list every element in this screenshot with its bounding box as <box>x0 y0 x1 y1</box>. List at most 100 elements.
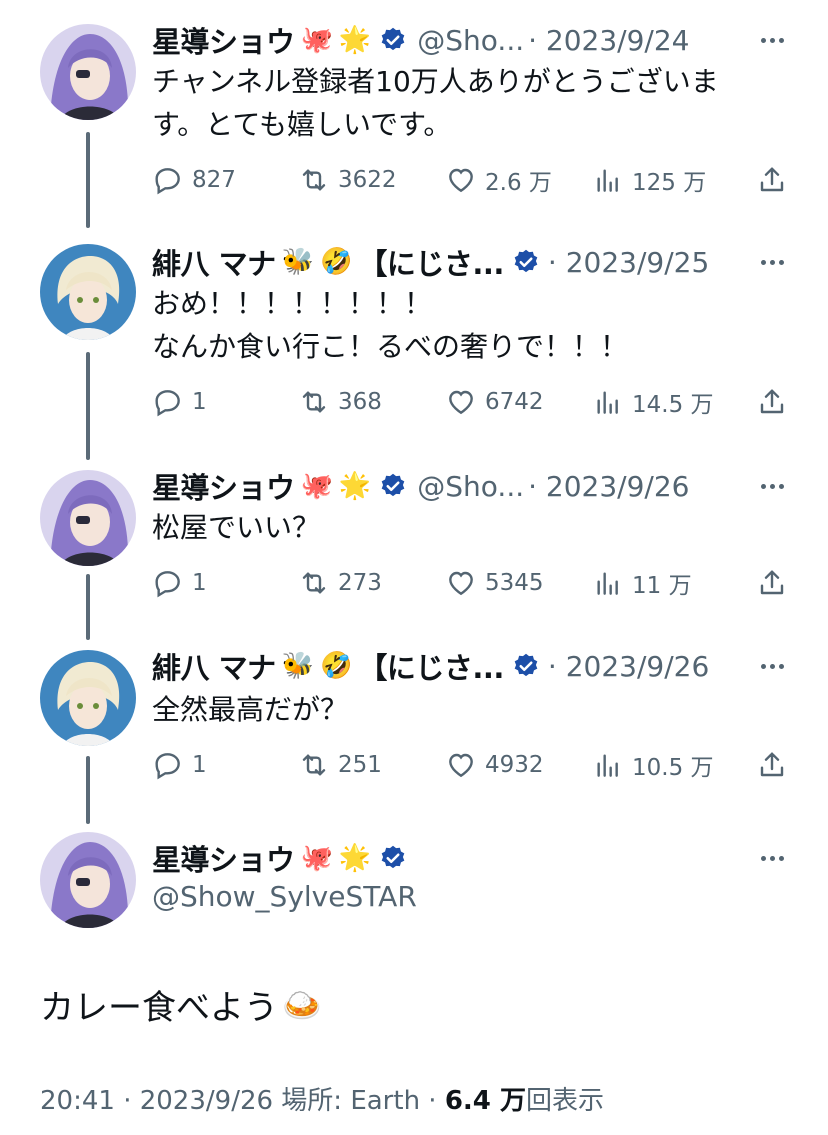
retweet-button[interactable]: 251 <box>298 745 382 785</box>
more-options-icon[interactable] <box>756 24 788 56</box>
like-button[interactable]: 6742 <box>445 382 544 422</box>
views-button[interactable]: 11 万 <box>592 563 692 603</box>
avatar[interactable] <box>40 470 136 566</box>
views-label: 回表示 <box>525 1086 604 1116</box>
share-button[interactable] <box>756 745 788 785</box>
retweet-button[interactable]: 273 <box>298 563 382 603</box>
avatar[interactable] <box>40 832 136 928</box>
tweet-date[interactable]: · 2023/9/24 <box>528 24 689 57</box>
heart-icon <box>449 571 473 596</box>
heart-icon <box>449 753 473 778</box>
display-name-suffix[interactable]: 【にじさ... <box>358 645 504 687</box>
display-name-suffix[interactable]: 【にじさ... <box>358 241 504 283</box>
retweet-count: 3622 <box>338 167 397 193</box>
retweet-icon <box>302 169 326 191</box>
heart-icon <box>449 390 473 415</box>
retweet-icon <box>302 391 326 413</box>
tweet-actions: 1 273 5345 11 万 <box>152 563 788 603</box>
share-icon <box>760 167 784 192</box>
reply-icon <box>155 168 180 195</box>
reply-count: 1 <box>192 389 207 415</box>
tweet-text: おめ！！！！！！！！ なんか食い行こ！るべの奢りで！！！ <box>152 287 629 363</box>
share-button[interactable] <box>756 382 788 422</box>
bee-emoji: 🐝 <box>281 651 314 681</box>
tweet-actions: 1 251 4932 10.5 万 <box>152 745 788 785</box>
views-button[interactable]: 14.5 万 <box>592 382 714 422</box>
more-options-icon[interactable] <box>756 470 788 502</box>
star-emoji: 🌟 <box>338 25 372 55</box>
tweet-text: 松屋でいい？ <box>152 511 321 544</box>
reply-icon <box>155 390 180 417</box>
tweet-metadata: 20:41 · 2023/9/26 場所: Earth · 6.4 万回表示 <box>40 1080 604 1117</box>
view-count: 11 万 <box>632 573 692 599</box>
reply-button[interactable]: 827 <box>152 160 236 200</box>
retweet-count: 273 <box>338 570 382 596</box>
tweet-header: 星導ショウ 🐙 🌟 @Sho... · 2023/9/26 <box>152 466 788 506</box>
laughing-emoji: 🤣 <box>319 247 353 277</box>
view-count: 10.5 万 <box>632 755 714 781</box>
analytics-icon <box>597 391 618 414</box>
analytics-icon <box>597 572 618 595</box>
share-button[interactable] <box>756 563 788 603</box>
more-options-icon[interactable] <box>756 650 788 682</box>
retweet-icon <box>302 572 326 594</box>
octopus-emoji: 🐙 <box>300 471 333 501</box>
laughing-emoji: 🤣 <box>319 651 353 681</box>
octopus-emoji: 🐙 <box>300 25 333 55</box>
tweet-header: 星導ショウ 🐙 🌟 @Sho... · 2023/9/24 <box>152 20 788 60</box>
like-button[interactable]: 2.6 万 <box>445 160 552 200</box>
verified-badge-icon <box>514 653 538 677</box>
octopus-emoji: 🐙 <box>300 843 333 873</box>
thread-line <box>86 352 90 460</box>
reply-button[interactable]: 1 <box>152 563 207 603</box>
share-icon <box>760 752 784 777</box>
display-name[interactable]: 星導ショウ <box>152 19 295 61</box>
tweet-date[interactable]: · 2023/9/26 <box>528 470 689 503</box>
reply-button[interactable]: 1 <box>152 745 207 785</box>
reply-count: 1 <box>192 752 207 778</box>
share-button[interactable] <box>756 160 788 200</box>
thread-line <box>86 574 90 640</box>
tweet-date[interactable]: · 2023/9/26 <box>548 650 709 683</box>
timestamp-location[interactable]: 20:41 · 2023/9/26 場所: Earth · <box>40 1086 445 1116</box>
display-name[interactable]: 緋八 マナ <box>152 241 276 283</box>
tweet-header: 緋八 マナ 🐝 🤣 【にじさ... · 2023/9/25 <box>152 242 788 282</box>
retweet-button[interactable]: 3622 <box>298 160 397 200</box>
main-tweet-header: 星導ショウ 🐙 🌟 <box>152 838 788 878</box>
user-handle[interactable]: @Sho... <box>417 470 524 503</box>
like-button[interactable]: 4932 <box>445 745 544 785</box>
like-button[interactable]: 5345 <box>445 563 544 603</box>
avatar[interactable] <box>40 650 136 746</box>
display-name[interactable]: 星導ショウ <box>152 465 295 507</box>
views-button[interactable]: 10.5 万 <box>592 745 714 785</box>
tweet-actions: 1 368 6742 14.5 万 <box>152 382 788 422</box>
bee-emoji: 🐝 <box>281 247 314 277</box>
display-name[interactable]: 緋八 マナ <box>152 645 276 687</box>
thread-line <box>86 756 90 824</box>
more-options-icon[interactable] <box>756 842 788 874</box>
verified-badge-icon <box>381 27 405 51</box>
display-name[interactable]: 星導ショウ <box>152 837 295 879</box>
avatar[interactable] <box>40 244 136 340</box>
curry-emoji: 🍛 <box>282 985 322 1024</box>
thread-line <box>86 132 90 228</box>
like-count: 6742 <box>485 389 544 415</box>
retweet-count: 251 <box>338 752 382 778</box>
user-handle[interactable]: @Show_SylveSTAR <box>152 880 417 913</box>
more-options-icon[interactable] <box>756 246 788 278</box>
user-handle[interactable]: @Sho... <box>417 24 524 57</box>
retweet-count: 368 <box>338 389 382 415</box>
analytics-icon <box>597 754 618 777</box>
reply-count: 1 <box>192 570 207 596</box>
tweet-actions: 827 3622 2.6 万 125 万 <box>152 160 788 200</box>
main-tweet-text: カレー食べよう 🍛 <box>40 980 322 1029</box>
tweet-text: チャンネル登録者10万人ありがとうございま す。とても嬉しいです。 <box>152 65 719 141</box>
like-count: 5345 <box>485 570 544 596</box>
retweet-button[interactable]: 368 <box>298 382 382 422</box>
tweet-date[interactable]: · 2023/9/25 <box>548 246 709 279</box>
avatar[interactable] <box>40 24 136 120</box>
views-button[interactable]: 125 万 <box>592 160 706 200</box>
reply-button[interactable]: 1 <box>152 382 207 422</box>
like-count: 4932 <box>485 752 544 778</box>
analytics-icon <box>597 169 618 192</box>
